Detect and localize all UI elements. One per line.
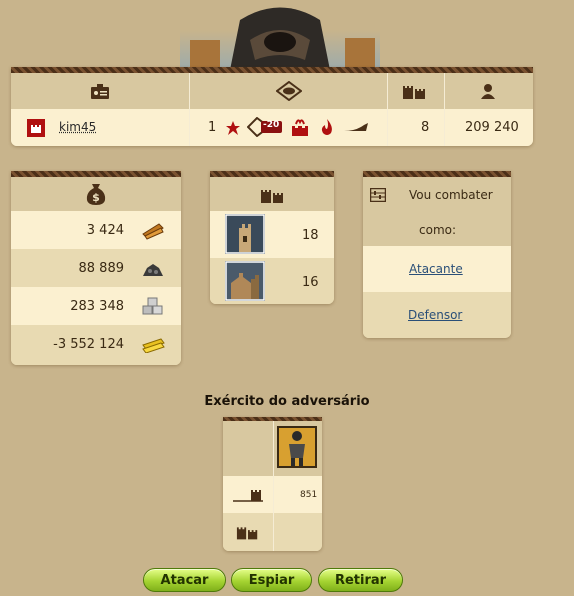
combat-prompt-line1: Vou combater: [409, 188, 493, 202]
money-bag-icon: $: [86, 184, 106, 205]
eye-diamond-icon: [276, 81, 302, 101]
castle-count-2: 16: [302, 275, 319, 290]
keep-tower-thumbnail[interactable]: [225, 214, 265, 254]
player-villages: 8: [421, 120, 430, 135]
id-card-icon: [91, 84, 109, 99]
fire-icon: [321, 119, 332, 135]
castles-panel: 18 16: [210, 171, 334, 304]
defender-link[interactable]: Defensor: [408, 308, 462, 322]
abacus-icon: [370, 188, 386, 202]
fortress-thumbnail[interactable]: [225, 261, 265, 301]
castle-icon: [403, 86, 425, 99]
gold-icon: [142, 338, 165, 353]
warrior-unit-thumbnail[interactable]: [277, 426, 317, 468]
army-title: Exército do adversário: [204, 394, 370, 409]
resource-wood-value: 3 424: [86, 223, 124, 238]
ground-castle-icon: [233, 490, 263, 502]
player-panel: kim45 1 -20 8 209 240: [11, 67, 533, 146]
opponent-army-panel: 851: [223, 417, 322, 551]
svg-text:$: $: [92, 191, 100, 204]
castle-icon: [236, 527, 258, 540]
star-icon: [226, 121, 240, 135]
resources-panel: $ 3 424 88 889 283 348 -3 552 124: [11, 171, 181, 365]
player-population: 209 240: [465, 120, 519, 135]
horn-icon: [344, 123, 368, 131]
stone-icon: [142, 297, 163, 315]
spy-button[interactable]: Espiar: [231, 568, 312, 592]
player-level: 1: [208, 120, 217, 135]
retreat-button[interactable]: Retirar: [318, 568, 403, 592]
attacker-link[interactable]: Atacante: [409, 262, 463, 276]
minus-badge-value: -20: [263, 120, 280, 130]
castle-icon: [261, 190, 283, 203]
attack-button[interactable]: Atacar: [143, 568, 226, 592]
ore-icon: [143, 264, 163, 276]
wood-icon: [142, 223, 164, 240]
castle-count-1: 18: [302, 228, 319, 243]
player-flag-icon: [27, 119, 45, 137]
resource-ore-value: 88 889: [78, 261, 125, 276]
burning-castle-icon: [292, 119, 308, 136]
combat-prompt-line2: como:: [419, 223, 457, 237]
resource-stone-value: 283 348: [70, 299, 124, 314]
army-unit-count: 851: [300, 490, 318, 500]
resource-gold-value: -3 552 124: [53, 337, 124, 352]
person-icon: [481, 84, 495, 99]
combat-role-panel: Vou combater como: Atacante Defensor: [363, 171, 511, 338]
knight-banner-image: [180, 7, 380, 70]
player-name-link[interactable]: kim45: [59, 120, 96, 134]
